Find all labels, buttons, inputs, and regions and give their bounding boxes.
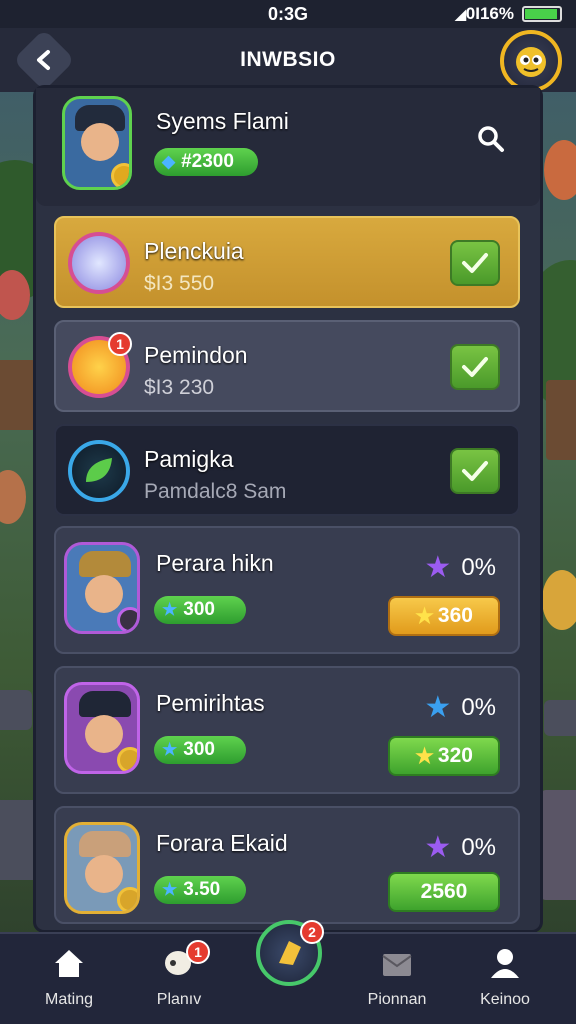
center-action-button[interactable]: 2 bbox=[256, 920, 324, 986]
row-subtitle: $I3 230 bbox=[144, 376, 215, 399]
gem-icon: ◆ bbox=[162, 152, 176, 171]
star-gem-icon: ★ bbox=[162, 600, 178, 619]
star-gem-icon: ★ bbox=[162, 880, 178, 899]
mascot-button[interactable] bbox=[500, 30, 562, 92]
level-badge-icon bbox=[117, 747, 137, 771]
check-icon bbox=[462, 253, 488, 273]
check-button[interactable] bbox=[450, 448, 500, 494]
player-name: Pemirihtas bbox=[156, 690, 265, 716]
battery-percent: 0I16% bbox=[465, 4, 514, 23]
page-title: INWBSIO bbox=[240, 48, 336, 71]
leaf-icon bbox=[68, 440, 130, 502]
nav-item-planiv[interactable]: 1 Planıv bbox=[134, 940, 224, 1009]
profile-name: Syems Flami bbox=[156, 108, 289, 134]
main-panel: Syems Flami ◆ #2300 Plenckuia $I3 550 1 … bbox=[36, 88, 540, 930]
player-gems: ★ 300 bbox=[154, 736, 246, 764]
star-icon: ★ bbox=[424, 691, 452, 724]
player-card[interactable]: Pemirihtas ★ 300 ★ 0% ★ 320 bbox=[54, 666, 520, 794]
player-gems: ★ 3.50 bbox=[154, 876, 246, 904]
profile-icon bbox=[491, 949, 519, 978]
bottom-nav: Mating 1 Planıv 2 Pionnan Keinoo bbox=[0, 920, 576, 1024]
notification-badge: 1 bbox=[186, 940, 210, 964]
list-item[interactable]: Plenckuia $I3 550 bbox=[54, 216, 520, 308]
avatar[interactable] bbox=[62, 96, 132, 190]
player-card[interactable]: Perara hikn ★ 300 ★ 0% ★ 360 bbox=[54, 526, 520, 654]
check-icon bbox=[462, 357, 488, 377]
stars-icon: ★ bbox=[415, 604, 434, 628]
level-badge-icon bbox=[117, 607, 137, 631]
check-button[interactable] bbox=[450, 344, 500, 390]
row-title: Pemindon bbox=[144, 342, 248, 368]
row-title: Plenckuia bbox=[144, 238, 244, 264]
notification-badge: 2 bbox=[300, 920, 324, 944]
mascot-icon bbox=[516, 47, 546, 77]
player-percent: ★ 0% bbox=[424, 831, 496, 864]
nav-item-pionnan[interactable]: Pionnan bbox=[352, 946, 442, 1009]
avatar bbox=[64, 542, 140, 634]
player-name: Forara Ekaid bbox=[156, 830, 288, 856]
profile-card: Syems Flami ◆ #2300 bbox=[36, 88, 540, 206]
search-button[interactable] bbox=[474, 122, 508, 156]
avatar bbox=[64, 682, 140, 774]
shield-icon bbox=[279, 941, 301, 965]
avatar bbox=[64, 822, 140, 914]
player-percent: ★ 0% bbox=[424, 551, 496, 584]
star-icon: ★ bbox=[424, 831, 452, 864]
player-card[interactable]: Forara Ekaid ★ 3.50 ★ 0% 2560 bbox=[54, 806, 520, 924]
search-icon bbox=[478, 126, 504, 152]
level-badge-icon bbox=[117, 887, 137, 911]
nav-item-keinoo[interactable]: Keinoo bbox=[460, 946, 550, 1009]
bunny-icon bbox=[68, 232, 130, 294]
row-subtitle: Pamdalc8 Sam bbox=[144, 480, 287, 503]
list-item[interactable]: 1 Pemindon $I3 230 bbox=[54, 320, 520, 412]
battery-icon bbox=[522, 6, 562, 22]
profile-gems: ◆ #2300 bbox=[154, 148, 258, 176]
check-icon bbox=[462, 461, 488, 481]
star-small-icon: ★ bbox=[415, 744, 434, 768]
list-item[interactable]: Pamigka Pamdalc8 Sam bbox=[54, 424, 520, 516]
player-percent: ★ 0% bbox=[424, 691, 496, 724]
signal-icon: ◢ bbox=[455, 6, 466, 22]
row-subtitle: $I3 550 bbox=[144, 272, 215, 295]
star-icon: ★ bbox=[424, 551, 452, 584]
player-name: Perara hikn bbox=[156, 550, 274, 576]
nav-item-mating[interactable]: Mating bbox=[24, 946, 114, 1009]
player-gems: ★ 300 bbox=[154, 596, 246, 624]
status-bar: 0:3G ◢ 0I16% bbox=[0, 0, 576, 28]
reward-button[interactable]: ★ 360 bbox=[388, 596, 500, 636]
star-gem-icon: ★ bbox=[162, 740, 178, 759]
home-icon bbox=[55, 950, 83, 977]
row-title: Pamigka bbox=[144, 446, 234, 472]
profile-gem-count: 2300 bbox=[191, 151, 234, 172]
level-badge-icon bbox=[111, 163, 129, 187]
notification-badge: 1 bbox=[108, 332, 132, 356]
mail-icon bbox=[382, 954, 412, 976]
app-header: INWBSIO bbox=[0, 28, 576, 92]
check-button[interactable] bbox=[450, 240, 500, 286]
reward-button[interactable]: 2560 bbox=[388, 872, 500, 912]
reward-button[interactable]: ★ 320 bbox=[388, 736, 500, 776]
